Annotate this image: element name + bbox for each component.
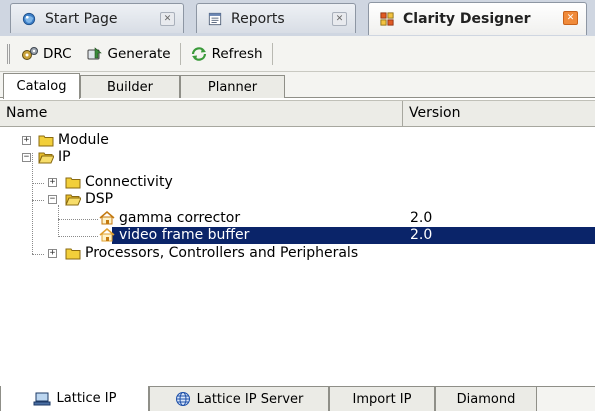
tab-label: Catalog xyxy=(16,79,67,94)
table-header: Name Version xyxy=(0,100,595,127)
expand-icon[interactable]: + xyxy=(22,136,31,145)
close-icon[interactable]: ✕ xyxy=(160,12,175,26)
generate-label: Generate xyxy=(107,45,171,62)
tab-lattice-ip-server[interactable]: Lattice IP Server xyxy=(149,387,329,411)
tree-row-processors[interactable]: + Processors, Controllers and Peripheral… xyxy=(0,245,595,262)
computer-icon xyxy=(33,392,51,405)
tab-label: Import IP xyxy=(352,391,412,407)
toolbar: DRC Generate Refresh xyxy=(0,36,595,72)
expand-icon[interactable]: + xyxy=(48,249,57,258)
tab-diamond[interactable]: Diamond xyxy=(435,387,537,411)
tree-item-label: video frame buffer xyxy=(119,227,250,243)
globe-icon xyxy=(175,392,190,406)
refresh-label: Refresh xyxy=(211,45,263,62)
tab-import-ip[interactable]: Import IP xyxy=(329,387,435,411)
generate-icon xyxy=(87,46,102,59)
tree-item-label: IP xyxy=(58,149,71,165)
catalog-source-tabs: Lattice IP Lattice IP Server Import IP D… xyxy=(0,386,595,411)
tab-clarity-designer[interactable]: Clarity Designer ✕ xyxy=(368,2,587,35)
tab-label: Lattice IP xyxy=(56,391,117,406)
clarity-designer-icon xyxy=(380,12,394,26)
tree-row-dsp[interactable]: − DSP xyxy=(0,191,595,208)
tab-label: Planner xyxy=(207,79,258,95)
folder-icon xyxy=(65,177,81,189)
tab-planner[interactable]: Planner xyxy=(180,75,285,98)
drc-label: DRC xyxy=(43,45,72,62)
tree-item-label: Processors, Controllers and Peripherals xyxy=(85,245,359,261)
tree-item-version: 2.0 xyxy=(410,227,433,243)
view-tabs: Catalog Builder Planner xyxy=(0,72,595,99)
close-icon[interactable]: ✕ xyxy=(332,12,347,26)
tree-row-ip[interactable]: − IP xyxy=(0,149,595,166)
tab-builder[interactable]: Builder xyxy=(80,75,180,98)
open-folder-icon xyxy=(38,152,54,164)
tab-label: Builder xyxy=(107,79,153,95)
close-icon[interactable]: ✕ xyxy=(563,11,578,25)
tree-row-gamma-corrector[interactable]: gamma corrector 2.0 xyxy=(0,210,595,227)
collapse-icon[interactable]: − xyxy=(48,195,57,204)
generate-button[interactable]: Generate xyxy=(79,41,178,67)
tab-reports[interactable]: Reports ✕ xyxy=(196,3,356,33)
tree-row-module[interactable]: + Module xyxy=(0,132,595,149)
tree-item-version: 2.0 xyxy=(410,210,433,226)
toolbar-separator xyxy=(271,42,273,65)
refresh-icon xyxy=(191,46,206,61)
tab-label: Reports xyxy=(231,10,285,27)
ip-house-icon xyxy=(99,228,115,242)
column-header-version[interactable]: Version xyxy=(403,101,595,126)
tab-start-page[interactable]: Start Page ✕ xyxy=(10,3,184,33)
column-header-name[interactable]: Name xyxy=(0,101,402,126)
tab-catalog[interactable]: Catalog xyxy=(3,73,80,99)
tab-label: Clarity Designer xyxy=(403,11,531,27)
folder-icon xyxy=(65,248,81,260)
tab-lattice-ip[interactable]: Lattice IP xyxy=(0,386,149,411)
tree-item-label: Module xyxy=(58,132,109,148)
folder-icon xyxy=(38,135,54,147)
tree-row-video-frame-buffer[interactable]: video frame buffer 2.0 xyxy=(0,227,595,244)
toolbar-grip[interactable] xyxy=(7,43,10,64)
ip-catalog-tree: + Module − IP + Connectivity − DSP gamma… xyxy=(0,128,595,380)
tree-item-label: gamma corrector xyxy=(119,210,241,226)
editor-tab-bar: Start Page ✕ Reports ✕ Clarity Designer … xyxy=(0,0,595,36)
expand-icon[interactable]: + xyxy=(48,178,57,187)
tree-row-connectivity[interactable]: + Connectivity xyxy=(0,174,595,191)
open-folder-icon xyxy=(65,194,81,206)
refresh-button[interactable]: Refresh xyxy=(183,41,270,67)
toolbar-separator xyxy=(179,42,181,65)
tab-label: Start Page xyxy=(45,10,118,27)
ip-house-icon xyxy=(99,211,115,225)
tree-item-label: Connectivity xyxy=(85,174,173,190)
collapse-icon[interactable]: − xyxy=(22,153,31,162)
reports-icon xyxy=(208,12,222,25)
gears-icon xyxy=(22,46,38,60)
tree-item-label: DSP xyxy=(85,191,114,207)
start-page-icon xyxy=(22,12,36,25)
tab-label: Lattice IP Server xyxy=(196,391,304,407)
drc-button[interactable]: DRC xyxy=(14,41,79,67)
tab-label: Diamond xyxy=(456,391,516,407)
